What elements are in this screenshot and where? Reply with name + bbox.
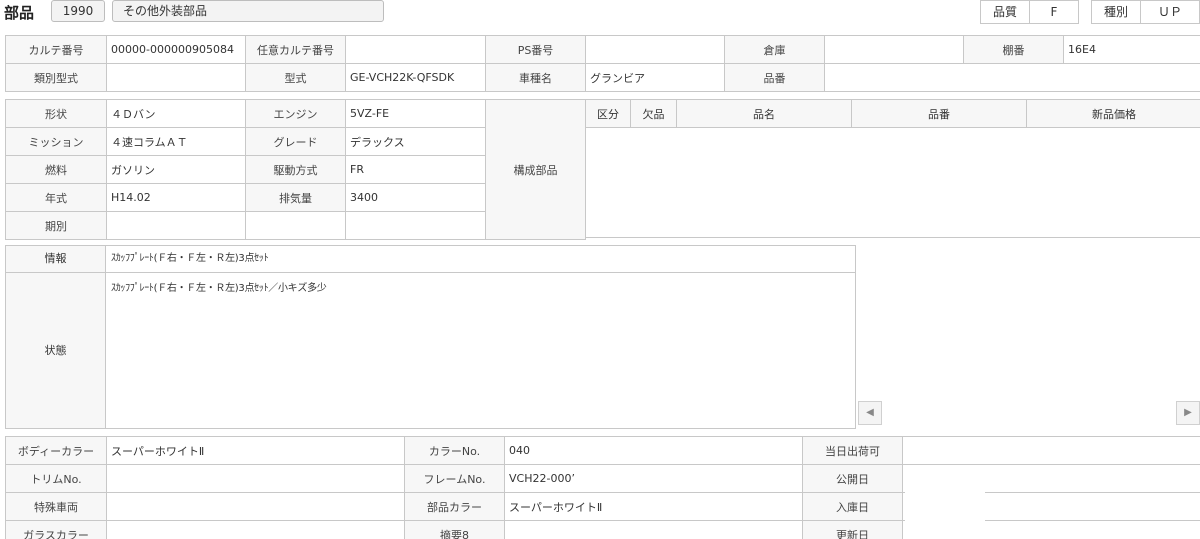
col-item-no[interactable]: 品番: [851, 99, 1027, 128]
glass-value: [106, 520, 405, 539]
karte-table: カルテ番号 00000-000000905084 任意カルテ番号 PS番号 倉庫…: [5, 35, 1200, 92]
memo-value: [504, 520, 803, 539]
engine-label: エンジン: [245, 99, 346, 128]
redaction-patch: [905, 490, 985, 539]
mission-value: ４速コラムＡＴ: [106, 127, 246, 156]
year-value: H14.02: [106, 183, 246, 212]
quality-value: F: [1029, 0, 1079, 24]
part-color-label: 部品カラー: [404, 492, 505, 521]
car-name-value: グランビア: [585, 63, 725, 92]
fuel-value: ガソリン: [106, 155, 246, 184]
part-no-label: 品番: [724, 63, 825, 92]
karte-no-label: カルテ番号: [5, 35, 107, 64]
grade-label: グレード: [245, 127, 346, 156]
published-label: 公開日: [802, 464, 903, 493]
displacement-value: 3400: [345, 183, 486, 212]
trim-value: [106, 464, 405, 493]
shelf-label: 棚番: [963, 35, 1064, 64]
period-value: [106, 211, 246, 240]
model-value: GE-VCH22K-QFSDK: [345, 63, 486, 92]
category-name[interactable]: その他外装部品: [112, 0, 384, 22]
period-spacer-2: [345, 211, 486, 240]
components-table: 区分 欠品 品名 品番 新品価格: [585, 99, 1200, 128]
same-day-label: 当日出荷可: [802, 436, 903, 465]
warehouse-label: 倉庫: [724, 35, 825, 64]
chevron-left-icon[interactable]: ◀: [858, 401, 882, 425]
engine-value: 5VZ-FE: [345, 99, 486, 128]
part-no-value: [824, 63, 1200, 92]
mission-label: ミッション: [5, 127, 107, 156]
published-value: [902, 464, 1200, 493]
chevron-right-icon[interactable]: ▶: [1176, 401, 1200, 425]
col-division[interactable]: 区分: [585, 99, 631, 128]
year-label: 年式: [5, 183, 107, 212]
page-title: 部品: [4, 4, 35, 22]
type-value: ＵＰ: [1140, 0, 1200, 24]
components-label: 構成部品: [485, 99, 586, 240]
part-color-value: スーパーホワイトⅡ: [504, 492, 803, 521]
karte-no-value: 00000-000000905084: [106, 35, 246, 64]
grade-value: デラックス: [345, 127, 486, 156]
color-no-label: カラーNo.: [404, 436, 505, 465]
car-name-label: 車種名: [485, 63, 586, 92]
opt-karte-value: [345, 35, 486, 64]
glass-label: ガラスカラー: [5, 520, 107, 539]
components-panel: 区分 欠品 品名 品番 新品価格: [585, 99, 1200, 238]
class-model-value: [106, 63, 246, 92]
body-color-label: ボディーカラー: [5, 436, 107, 465]
ps-no-label: PS番号: [485, 35, 586, 64]
trim-label: トリムNo.: [5, 464, 107, 493]
class-model-label: 類別型式: [5, 63, 107, 92]
model-label: 型式: [245, 63, 346, 92]
ps-no-value: [585, 35, 725, 64]
fuel-label: 燃料: [5, 155, 107, 184]
drive-value: FR: [345, 155, 486, 184]
special-value: [106, 492, 405, 521]
shape-label: 形状: [5, 99, 107, 128]
displacement-label: 排気量: [245, 183, 346, 212]
type-label: 種別: [1091, 0, 1141, 24]
body-color-value: スーパーホワイトⅡ: [106, 436, 405, 465]
opt-karte-label: 任意カルテ番号: [245, 35, 346, 64]
special-label: 特殊車両: [5, 492, 107, 521]
condition-label: 状態: [5, 272, 106, 429]
col-item-name[interactable]: 品名: [676, 99, 852, 128]
shelf-value: 16E4: [1063, 35, 1200, 64]
warehouse-value: [824, 35, 964, 64]
same-day-value: [902, 436, 1200, 465]
frame-value: VCH22-000’: [504, 464, 803, 493]
color-no-value: 040: [504, 436, 803, 465]
period-spacer: [245, 211, 346, 240]
memo-label: 摘要8: [404, 520, 505, 539]
info-label: 情報: [5, 245, 106, 273]
shape-value: ４Ｄバン: [106, 99, 246, 128]
quality-label: 品質: [980, 0, 1030, 24]
frame-label: フレームNo.: [404, 464, 505, 493]
col-missing[interactable]: 欠品: [630, 99, 677, 128]
info-value: ｽｶｯﾌﾌﾟﾚｰﾄ(Ｆ右・Ｆ左・Ｒ左)3点ｾｯﾄ: [105, 245, 856, 273]
category-code[interactable]: 1990: [51, 0, 105, 22]
period-label: 期別: [5, 211, 107, 240]
spec-table: 形状 ４Ｄバン エンジン 5VZ-FE 構成部品 ミッション ４速コラムＡＴ グ…: [5, 99, 586, 240]
col-new-price[interactable]: 新品価格: [1026, 99, 1200, 128]
drive-label: 駆動方式: [245, 155, 346, 184]
stock-date-label: 入庫日: [802, 492, 903, 521]
updated-label: 更新日: [802, 520, 903, 539]
condition-value[interactable]: ｽｶｯﾌﾌﾟﾚｰﾄ(Ｆ右・Ｆ左・Ｒ左)3点ｾｯﾄ／小キズ多少: [105, 272, 856, 429]
color-table: ボディーカラー スーパーホワイトⅡ カラーNo. 040 当日出荷可 トリムNo…: [5, 436, 1200, 539]
